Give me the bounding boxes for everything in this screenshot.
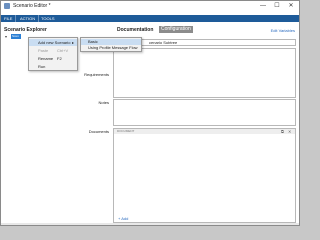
close-icon[interactable]: ✕ bbox=[288, 129, 291, 134]
menu-file[interactable]: FILE bbox=[1, 15, 17, 22]
context-paste-shortcut: Ctrl+V bbox=[57, 48, 69, 53]
context-add-new-scenario[interactable]: Add new Scenario ▸ bbox=[29, 39, 77, 46]
tab-configuration[interactable]: Configuration bbox=[159, 26, 193, 33]
menu-tools[interactable]: TOOLS bbox=[38, 15, 58, 22]
status-bar bbox=[1, 223, 299, 225]
documents-list[interactable]: DOCUMENT ⧉ ✕ + Add bbox=[113, 128, 296, 223]
expand-arrow-icon[interactable]: ▾ bbox=[5, 34, 9, 39]
context-run-label: Run bbox=[38, 64, 46, 69]
edit-variables-link[interactable]: Edit Variables bbox=[271, 28, 295, 33]
copy-icon[interactable]: ⧉ bbox=[281, 129, 284, 134]
context-menu: Add new Scenario ▸ Paste Ctrl+V Rename F… bbox=[28, 37, 78, 71]
menu-bar: FILE ACTION TOOLS bbox=[1, 15, 299, 22]
app-icon bbox=[4, 3, 10, 9]
context-rename-shortcut: F2 bbox=[57, 56, 62, 61]
context-run[interactable]: Run bbox=[29, 63, 77, 70]
submenu-profile-message-flow[interactable]: Using Profile Message Flow bbox=[81, 45, 141, 51]
context-rename[interactable]: Rename F2 bbox=[29, 55, 77, 62]
close-button[interactable]: ✕ bbox=[285, 1, 297, 11]
notes-label: Notes bbox=[98, 100, 109, 105]
menu-action[interactable]: ACTION bbox=[17, 15, 40, 22]
context-add-new-scenario-label: Add new Scenario bbox=[38, 40, 71, 45]
maximize-button[interactable]: ☐ bbox=[271, 1, 283, 11]
tree-node-selected[interactable]: Scen bbox=[11, 34, 21, 39]
documents-label: Documents bbox=[88, 129, 109, 134]
explorer-title: Scenario Explorer bbox=[4, 27, 47, 33]
add-document-button[interactable]: + Add bbox=[118, 216, 128, 221]
context-paste[interactable]: Paste Ctrl+V bbox=[29, 47, 77, 54]
minimize-button[interactable]: — bbox=[257, 1, 269, 11]
documents-header-label: DOCUMENT bbox=[117, 129, 135, 133]
requirements-field[interactable] bbox=[113, 48, 296, 98]
app-window: Scenario Editor * — ☐ ✕ FILE ACTION TOOL… bbox=[0, 0, 300, 226]
title-bar: Scenario Editor * — ☐ ✕ bbox=[1, 1, 299, 12]
submenu-arrow-icon: ▸ bbox=[71, 40, 74, 45]
tab-documentation[interactable]: Documentation bbox=[117, 27, 153, 33]
scenario-type-submenu: Basic Using Profile Message Flow bbox=[80, 37, 142, 52]
context-rename-label: Rename bbox=[38, 56, 54, 61]
window-title: Scenario Editor * bbox=[13, 3, 51, 9]
notes-field[interactable] bbox=[113, 99, 296, 126]
documents-header: DOCUMENT ⧉ ✕ bbox=[114, 129, 295, 134]
requirements-label: Requirements bbox=[84, 72, 109, 77]
context-paste-label: Paste bbox=[38, 48, 49, 53]
